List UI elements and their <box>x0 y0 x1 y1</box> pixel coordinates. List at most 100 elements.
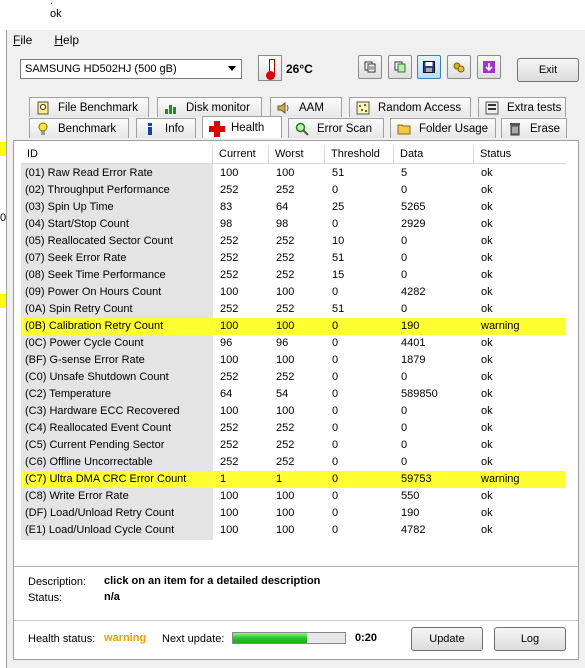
chart-icon <box>164 101 178 115</box>
column-header-worst[interactable]: Worst <box>269 145 325 163</box>
table-row[interactable]: (C3) Hardware ECC Recovered 100 100 0 0 ok <box>21 403 566 420</box>
cell-threshold: 0 <box>332 388 339 400</box>
log-button[interactable]: Log <box>494 627 566 651</box>
copy-text-button[interactable] <box>358 55 382 79</box>
table-row[interactable]: (0C) Power Cycle Count 96 96 0 4401 ok <box>21 335 566 352</box>
tab-erase[interactable]: Erase <box>501 118 567 138</box>
table-row[interactable]: (09) Power On Hours Count 100 100 0 4282 ok <box>21 284 566 301</box>
tab-benchmark-label: Benchmark <box>58 122 117 135</box>
cell-data: 0 <box>401 371 408 383</box>
cell-data: 0 <box>401 456 408 468</box>
cell-current: 252 <box>220 371 239 383</box>
tab-random-access[interactable]: Random Access <box>349 97 471 117</box>
background-text: . <box>50 0 54 7</box>
smart-table[interactable]: ID Current Worst Threshold Data Status (… <box>21 145 566 540</box>
cell-id: (C2) Temperature <box>25 388 111 400</box>
cell-current: 252 <box>220 184 239 196</box>
tab-error-scan[interactable]: Error Scan <box>288 118 384 138</box>
cell-current: 252 <box>220 235 239 247</box>
cell-status: warning <box>481 320 520 332</box>
options-button[interactable] <box>447 55 471 79</box>
tab-extra-tests[interactable]: Extra tests <box>478 97 566 117</box>
tab-aam[interactable]: AAM <box>270 97 342 117</box>
cell-threshold: 51 <box>332 303 345 315</box>
table-row[interactable]: (01) Raw Read Error Rate 100 100 51 5 ok <box>21 165 566 182</box>
drive-select-value: SAMSUNG HD502HJ (500 gB) <box>25 63 177 75</box>
table-row[interactable]: (07) Seek Error Rate 252 252 51 0 ok <box>21 250 566 267</box>
tab-health[interactable]: Health <box>202 116 282 138</box>
cell-id: (08) Seek Time Performance <box>25 269 166 281</box>
column-header-data[interactable]: Data <box>394 145 474 163</box>
exit-button[interactable]: Exit <box>517 58 579 82</box>
cell-threshold: 0 <box>332 456 339 468</box>
table-row[interactable]: (02) Throughput Performance 252 252 0 0 ok <box>21 182 566 199</box>
cell-current: 100 <box>220 405 239 417</box>
cell-data: 0 <box>401 405 408 417</box>
table-row[interactable]: (BF) G-sense Error Rate 100 100 0 1879 ok <box>21 352 566 369</box>
cell-threshold: 0 <box>332 337 339 349</box>
cell-data: 0 <box>401 235 408 247</box>
cell-status: ok <box>481 524 493 536</box>
table-row[interactable]: (DF) Load/Unload Retry Count 100 100 0 190 ok <box>21 505 566 522</box>
cell-worst: 100 <box>276 507 295 519</box>
trash-icon <box>508 122 522 136</box>
cell-worst: 252 <box>276 422 295 434</box>
table-row[interactable]: (04) Start/Stop Count 98 98 0 2929 ok <box>21 216 566 233</box>
cell-id: (03) Spin Up Time <box>25 201 114 213</box>
cell-status: ok <box>481 405 493 417</box>
cell-worst: 100 <box>276 490 295 502</box>
drive-select[interactable]: SAMSUNG HD502HJ (500 gB) <box>20 59 242 79</box>
cell-status: ok <box>481 269 493 281</box>
table-row[interactable]: (C4) Reallocated Event Count 252 252 0 0 ok <box>21 420 566 437</box>
file-benchmark-icon <box>36 101 50 115</box>
cell-data: 550 <box>401 490 420 502</box>
cell-threshold: 0 <box>332 507 339 519</box>
speaker-icon <box>277 101 291 115</box>
table-row[interactable]: (E1) Load/Unload Cycle Count 100 100 0 4782 o… <box>21 522 566 539</box>
tab-disk-monitor[interactable]: Disk monitor <box>157 97 262 117</box>
table-row[interactable]: (C0) Unsafe Shutdown Count 252 252 0 0 ok <box>21 369 566 386</box>
menu-help[interactable]: Help <box>54 33 79 47</box>
table-row[interactable]: (C5) Current Pending Sector 252 252 0 0 ok <box>21 437 566 454</box>
countdown-value: 0:20 <box>355 632 378 644</box>
update-progress-bar <box>232 632 346 644</box>
cell-threshold: 0 <box>332 405 339 417</box>
download-update-button[interactable] <box>477 55 501 79</box>
save-screenshot-button[interactable] <box>417 55 441 79</box>
column-header-id[interactable]: ID <box>21 145 213 163</box>
cell-threshold: 15 <box>332 269 345 281</box>
tab-benchmark[interactable]: Benchmark <box>29 118 129 138</box>
table-row[interactable]: (0B) Calibration Retry Count 100 100 0 190 wa… <box>21 318 566 335</box>
cell-data: 5 <box>401 167 408 179</box>
cell-threshold: 0 <box>332 218 339 230</box>
table-row[interactable]: (0A) Spin Retry Count 252 252 51 0 ok <box>21 301 566 318</box>
column-header-status[interactable]: Status <box>474 145 566 163</box>
cell-current: 83 <box>220 201 233 213</box>
table-row[interactable]: (C7) Ultra DMA CRC Error Count 1 1 0 59753 wa… <box>21 471 566 488</box>
tab-folder-usage[interactable]: Folder Usage <box>390 118 496 138</box>
column-header-current[interactable]: Current <box>213 145 269 163</box>
cell-threshold: 0 <box>332 524 339 536</box>
info-icon <box>143 122 157 136</box>
table-row[interactable]: (C6) Offline Uncorrectable 252 252 0 0 ok <box>21 454 566 471</box>
cell-id: (C0) Unsafe Shutdown Count <box>25 371 169 383</box>
cell-worst: 252 <box>276 303 295 315</box>
update-button[interactable]: Update <box>411 627 483 651</box>
cell-worst: 100 <box>276 320 295 332</box>
copy-screenshot-button[interactable] <box>388 55 412 79</box>
menu-file[interactable]: File <box>13 33 32 47</box>
cell-data: 0 <box>401 303 408 315</box>
tab-info[interactable]: Info <box>136 118 196 138</box>
table-row[interactable]: (C8) Write Error Rate 100 100 0 550 ok <box>21 488 566 505</box>
cell-threshold: 0 <box>332 184 339 196</box>
cell-id: (C8) Write Error Rate <box>25 490 129 502</box>
cell-threshold: 0 <box>332 320 339 332</box>
table-row[interactable]: (C2) Temperature 64 54 0 589850 ok <box>21 386 566 403</box>
tab-file-benchmark[interactable]: File Benchmark <box>29 97 149 117</box>
column-header-threshold[interactable]: Threshold <box>325 145 394 163</box>
table-row[interactable]: (08) Seek Time Performance 252 252 15 0 ok <box>21 267 566 284</box>
table-row[interactable]: (05) Reallocated Sector Count 252 252 10 0 ok <box>21 233 566 250</box>
cell-data: 0 <box>401 252 408 264</box>
tab-disk-monitor-label: Disk monitor <box>186 101 250 114</box>
table-row[interactable]: (03) Spin Up Time 83 64 25 5265 ok <box>21 199 566 216</box>
